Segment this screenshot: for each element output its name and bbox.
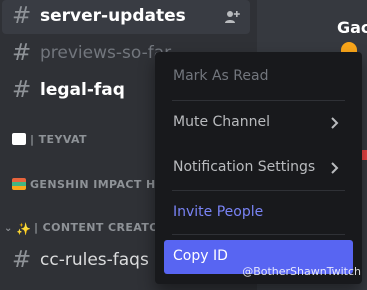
menu-divider	[172, 234, 345, 235]
watermark: @BotherShawnTwitch	[242, 265, 361, 278]
channel-name: server-updates	[40, 6, 186, 26]
category-label: | TEYVAT	[30, 133, 87, 146]
books-icon	[12, 178, 26, 190]
sparkles-icon: ✨	[16, 222, 32, 236]
category-label: | CONTENT CREATOR	[34, 221, 168, 234]
text-channel-icon: #	[12, 3, 32, 29]
menu-item-notification-settings[interactable]: Notification Settings	[164, 151, 353, 185]
channel-server-updates[interactable]: # server-updates	[2, 0, 250, 34]
menu-divider	[172, 100, 345, 101]
category-genshin-impact[interactable]: GENSHIN IMPACT HE	[12, 178, 164, 194]
menu-item-label: Mark As Read	[173, 68, 269, 84]
channel-context-menu: Mark As Read Mute Channel Notification S…	[155, 52, 362, 284]
speech-bubble-icon	[12, 133, 26, 145]
channel-name: cc-rules-faqs	[40, 250, 149, 270]
message-author: Gach	[337, 18, 367, 37]
category-label: GENSHIN IMPACT HE	[30, 178, 164, 191]
text-channel-icon: #	[12, 40, 32, 66]
menu-item-mute-channel[interactable]: Mute Channel	[164, 106, 353, 140]
channel-name: previews-so-far	[40, 43, 172, 63]
chevron-right-icon	[331, 162, 339, 174]
text-channel-icon: #	[12, 247, 32, 273]
menu-item-label: Invite People	[173, 204, 264, 220]
menu-item-mark-as-read[interactable]: Mark As Read	[164, 60, 353, 94]
menu-item-label: Mute Channel	[173, 114, 270, 130]
menu-divider	[172, 190, 345, 191]
channel-name: legal-faq	[40, 80, 125, 100]
add-member-icon[interactable]	[224, 9, 240, 25]
chevron-right-icon	[331, 117, 339, 129]
category-teyvat[interactable]: | TEYVAT	[12, 133, 87, 149]
menu-item-label: Copy ID	[173, 248, 228, 264]
menu-item-label: Notification Settings	[173, 159, 316, 175]
menu-item-invite-people[interactable]: Invite People	[164, 196, 353, 230]
text-channel-icon: #	[12, 77, 32, 103]
chevron-down-icon: ⌄	[4, 223, 13, 234]
category-content-creator[interactable]: ⌄ ✨ | CONTENT CREATOR	[4, 221, 168, 237]
